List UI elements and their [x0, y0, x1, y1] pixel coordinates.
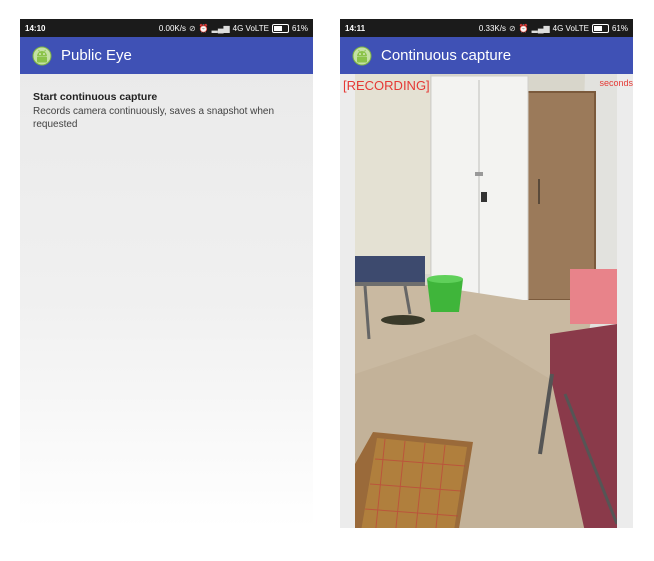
signal-icon: ▂▄▆: [531, 23, 550, 33]
list-item-title: Start continuous capture: [33, 91, 158, 103]
network-type: 4G VoLTE: [232, 23, 269, 33]
battery-level: 61%: [291, 23, 308, 33]
status-bar: 14:11 0.33K/s ⊘ ⏰ ▂▄▆ 4G VoLTE 61%: [340, 19, 633, 37]
camera-preview: [355, 74, 617, 528]
status-time: 14:11: [345, 23, 366, 33]
list-item-subtitle: Records camera continuously, saves a sna…: [33, 106, 275, 130]
wifi-off-icon: ⊘: [509, 23, 516, 33]
phone-screen-main: 14:10 0.00K/s ⊘ ⏰ ▂▄▆ 4G VoLTE 61% Publi…: [20, 19, 313, 528]
status-time: 14:10: [25, 23, 46, 33]
start-continuous-capture-item[interactable]: Start continuous capture Records camera …: [20, 74, 313, 131]
app-title: Public Eye: [61, 47, 132, 64]
alarm-icon: ⏰: [518, 23, 529, 33]
alarm-icon: ⏰: [198, 23, 209, 33]
battery-icon: [271, 23, 289, 33]
recording-timer: seconds: [599, 78, 633, 88]
battery-icon: [591, 23, 609, 33]
phone-screen-capture: 14:11 0.33K/s ⊘ ⏰ ▂▄▆ 4G VoLTE 61% Conti…: [340, 19, 633, 528]
network-speed: 0.00K/s: [158, 23, 186, 33]
network-type: 4G VoLTE: [552, 23, 589, 33]
recording-indicator: [RECORDING]: [343, 78, 430, 93]
app-bar: Public Eye: [20, 37, 313, 74]
signal-icon: ▂▄▆: [211, 23, 230, 33]
battery-level: 61%: [611, 23, 628, 33]
status-bar: 14:10 0.00K/s ⊘ ⏰ ▂▄▆ 4G VoLTE 61%: [20, 19, 313, 37]
wifi-off-icon: ⊘: [189, 23, 196, 33]
app-bar: Continuous capture: [340, 37, 633, 74]
android-app-icon: [352, 46, 372, 65]
app-title: Continuous capture: [381, 47, 512, 64]
android-app-icon: [32, 46, 52, 65]
network-speed: 0.33K/s: [478, 23, 506, 33]
